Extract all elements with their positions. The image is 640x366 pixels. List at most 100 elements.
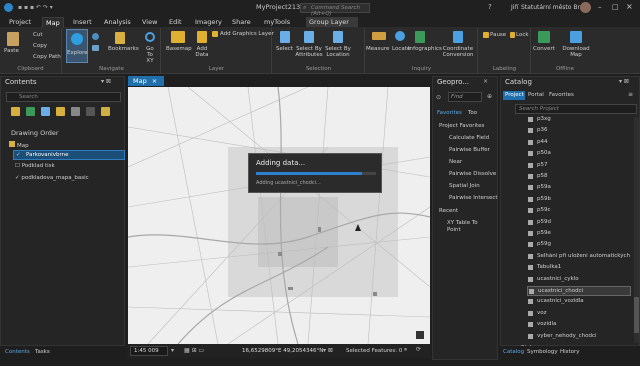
help-icon[interactable]: ?: [488, 3, 492, 11]
previous-extent-icon[interactable]: [92, 45, 99, 51]
catalog-item[interactable]: ucastnici_chodci: [527, 286, 631, 296]
find-tools-input[interactable]: Find: [448, 92, 482, 102]
tab-favorites[interactable]: Favorites: [437, 110, 462, 116]
avatar[interactable]: [580, 2, 591, 13]
catalog-search[interactable]: Search Project: [515, 104, 637, 114]
tool-near[interactable]: Near: [449, 159, 462, 165]
pause-button[interactable]: Pause: [490, 32, 506, 38]
back-button[interactable]: ⊙: [436, 94, 441, 101]
catalog-item[interactable]: p58: [527, 172, 631, 182]
list-by-labeling-icon[interactable]: [86, 107, 95, 116]
add-toolbox-button[interactable]: ⊕: [487, 93, 492, 100]
scale-dropdown-icon[interactable]: ▾: [171, 347, 174, 354]
explore-button[interactable]: Explore: [66, 29, 88, 63]
catalog-item[interactable]: ucastnici_vozidla: [527, 297, 631, 307]
select-by-attributes-button[interactable]: Select By Attributes: [295, 46, 323, 58]
tool-pairwise-dissolve[interactable]: Pairwise Dissolve: [449, 171, 496, 177]
catalog-scroll-thumb[interactable]: [634, 297, 639, 333]
recent-tool[interactable]: XY Table To Point: [447, 220, 487, 234]
list-by-charts-icon[interactable]: [101, 107, 110, 116]
copy-path-button[interactable]: Copy Path: [33, 54, 61, 60]
tab-project-catalog[interactable]: Project: [503, 91, 525, 100]
catalog-item[interactable]: p36: [527, 126, 631, 136]
select-by-location-button[interactable]: Select By Location: [324, 46, 352, 58]
pause-drawing-button[interactable]: ⏸: [404, 346, 407, 354]
layer-podklad-tisk[interactable]: ☐ Podklad tisk: [15, 163, 55, 169]
tab-favorites-catalog[interactable]: Favorites: [549, 92, 574, 98]
catalog-scrollbar[interactable]: [634, 117, 639, 343]
list-by-editing-icon[interactable]: [56, 107, 65, 116]
tab-catalog[interactable]: Catalog: [503, 349, 524, 355]
maximize-button[interactable]: □: [612, 3, 619, 11]
basemap-button[interactable]: Basemap: [166, 46, 192, 52]
tool-pairwise-buffer[interactable]: Pairwise Buffer: [449, 147, 490, 153]
tab-project[interactable]: Project: [6, 17, 34, 27]
tool-spatial-join[interactable]: Spatial Join: [449, 183, 480, 189]
goto-xy-button[interactable]: Go To XY: [143, 46, 157, 64]
full-extent-icon[interactable]: [92, 33, 99, 40]
catalog-item[interactable]: p44: [527, 138, 631, 148]
tab-insert[interactable]: Insert: [70, 17, 95, 27]
scale-input[interactable]: 1:45 009: [130, 346, 168, 356]
bookmarks-button[interactable]: Bookmarks: [108, 46, 139, 52]
coordinate-system-icon[interactable]: ▾ ⊠: [323, 347, 333, 354]
convert-button[interactable]: Convert: [533, 46, 555, 52]
geoprocessing-close-icon[interactable]: ×: [483, 78, 488, 85]
catalog-item[interactable]: vozidla: [527, 320, 631, 330]
catalog-item[interactable]: p3xg: [527, 115, 631, 125]
tab-contents[interactable]: Contents: [5, 349, 30, 355]
tab-symbology[interactable]: Symbology: [527, 349, 558, 355]
download-map-button[interactable]: Download Map: [562, 46, 590, 58]
tab-toolboxes[interactable]: Too: [468, 110, 477, 116]
tab-view[interactable]: View: [139, 17, 160, 27]
catalog-item[interactable]: p59d: [527, 218, 631, 228]
layer-podkladova-mapa[interactable]: ✓ podkladova_mapa_basic: [15, 175, 89, 181]
user-name[interactable]: Jiří: [511, 4, 519, 11]
tab-map[interactable]: Map: [42, 17, 64, 28]
cut-button[interactable]: Cut: [33, 32, 42, 38]
catalog-item[interactable]: p59e: [527, 229, 631, 239]
refresh-button[interactable]: ⟳: [416, 346, 421, 353]
tab-analysis[interactable]: Analysis: [101, 17, 134, 27]
contents-pin-icon[interactable]: ▾ ⊠: [101, 78, 111, 85]
paste-button[interactable]: Paste: [4, 48, 19, 54]
quick-access-toolbar[interactable]: ▪ ▪ ▪ ↶ ↷ ▾: [18, 4, 98, 11]
list-by-snapping-icon[interactable]: [71, 107, 80, 116]
catalog-item[interactable]: p59g: [527, 240, 631, 250]
tab-group-layer[interactable]: Group Layer: [306, 17, 358, 27]
contents-search[interactable]: Search: [6, 92, 121, 102]
close-map-tab-icon[interactable]: ×: [152, 77, 157, 85]
copy-button[interactable]: Copy: [33, 43, 47, 49]
command-search[interactable]: ⌕ Command Search (Alt+Q): [300, 3, 370, 17]
infographics-button[interactable]: Infographics: [408, 46, 442, 52]
catalog-item[interactable]: p59c: [527, 206, 631, 216]
map-canvas[interactable]: Adding data... Adding ucastnici_chodci..…: [128, 87, 430, 344]
select-button[interactable]: Select: [276, 46, 293, 52]
measure-button[interactable]: Measure: [366, 46, 389, 52]
catalog-menu-icon[interactable]: ≡: [628, 91, 633, 98]
layer-map[interactable]: Map: [9, 141, 29, 149]
tool-calculate-field[interactable]: Calculate Field: [449, 135, 489, 141]
layer-parkovanivbrne[interactable]: ✓ Parkovanivbrne: [13, 150, 125, 160]
list-by-selection-icon[interactable]: [41, 107, 50, 116]
tab-imagery[interactable]: Imagery: [192, 17, 225, 27]
tab-edit[interactable]: Edit: [166, 17, 185, 27]
coordinate-conversion-button[interactable]: Coordinate Conversion: [442, 46, 474, 58]
catalog-item[interactable]: vyber_nehody_chodci: [527, 332, 631, 342]
contents-search-input[interactable]: Search: [19, 94, 38, 100]
add-graphics-layer-button[interactable]: Add Graphics Layer: [220, 31, 274, 37]
catalog-item[interactable]: p59b: [527, 195, 631, 205]
tool-pairwise-intersect[interactable]: Pairwise Intersect: [449, 195, 498, 201]
catalog-item[interactable]: ucastnici_cyklo: [527, 275, 631, 285]
list-by-source-icon[interactable]: [26, 107, 35, 116]
layer-checkbox[interactable]: ✓: [16, 152, 21, 158]
catalog-item[interactable]: p57: [527, 161, 631, 171]
catalog-item[interactable]: voz: [527, 309, 631, 319]
catalog-item[interactable]: Tabulka1: [527, 263, 631, 273]
catalog-item[interactable]: Selhání při uložení automatických c: [527, 252, 631, 262]
catalog-close-icon[interactable]: ▾ ⊠: [619, 78, 629, 85]
list-by-drawing-order-icon[interactable]: [11, 107, 20, 116]
tab-tasks[interactable]: Tasks: [35, 349, 50, 355]
status-icons[interactable]: ▦ ⊞ ▭: [184, 347, 204, 354]
minimize-button[interactable]: –: [598, 3, 602, 11]
